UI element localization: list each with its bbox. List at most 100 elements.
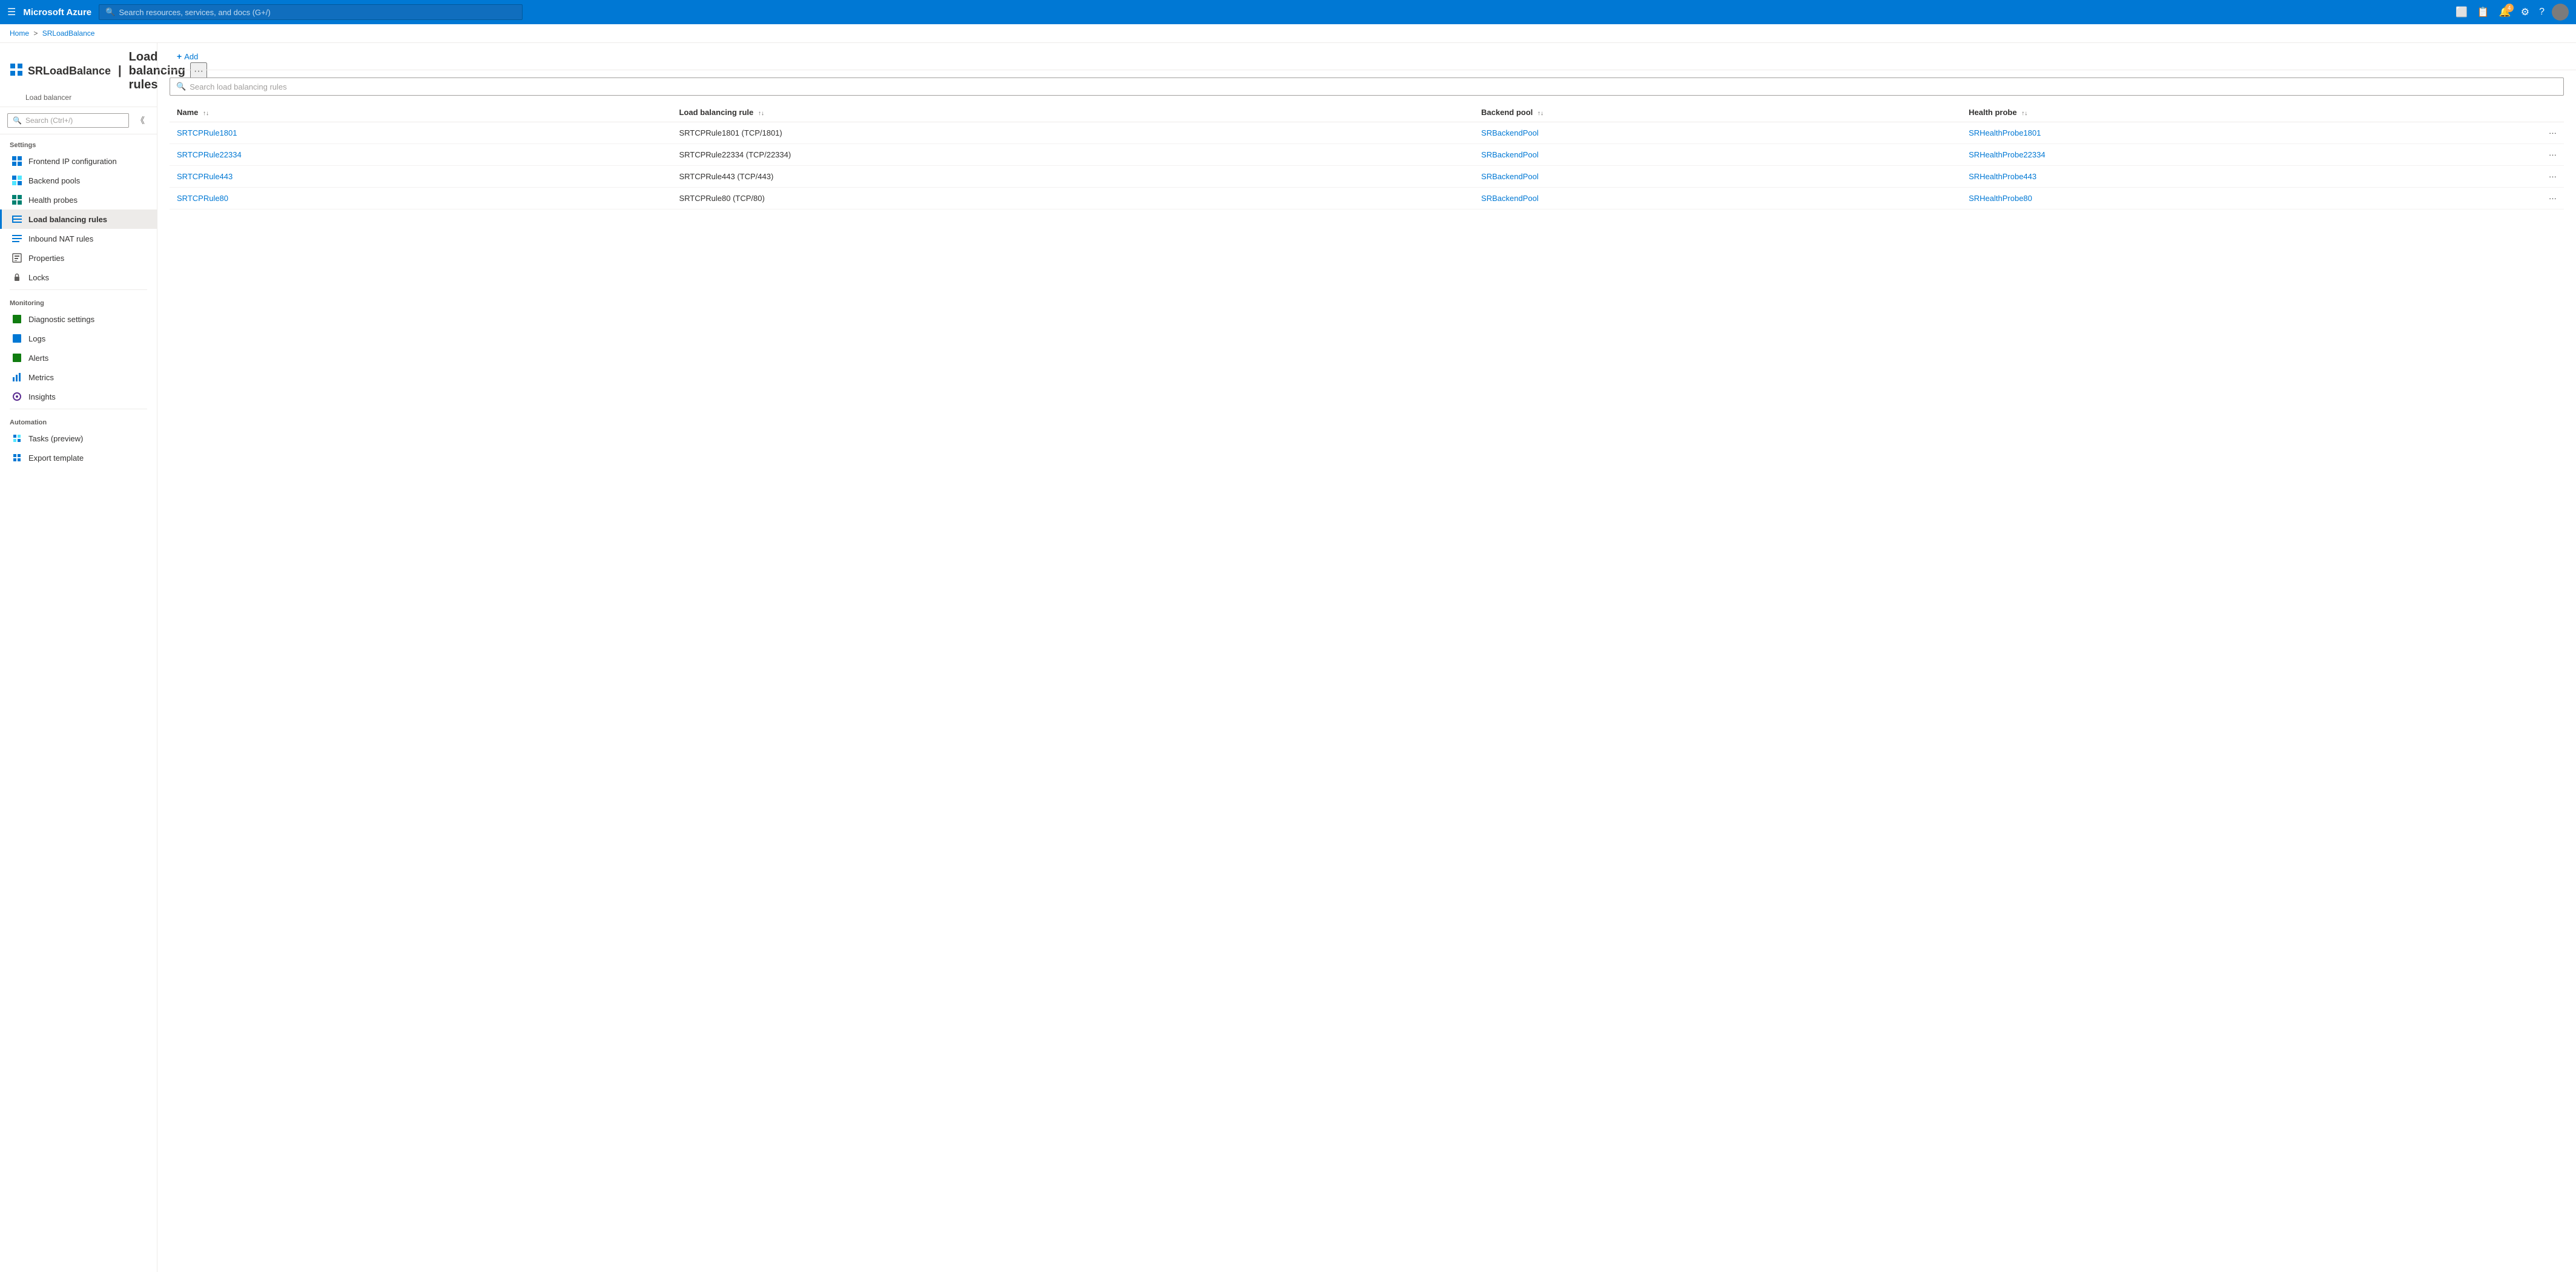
sidebar-item-logs[interactable]: Logs <box>0 329 157 348</box>
sidebar-item-properties[interactable]: Properties <box>0 248 157 268</box>
breadcrumb-home[interactable]: Home <box>10 29 29 38</box>
row3-actions[interactable]: ··· <box>2540 166 2564 188</box>
sidebar-item-tasks-preview[interactable]: Tasks (preview) <box>0 429 157 448</box>
backend-pools-icon <box>12 175 22 186</box>
row4-backend-pool[interactable]: SRBackendPool <box>1474 188 1961 209</box>
global-search[interactable]: 🔍 <box>99 4 523 20</box>
row2-health-probe[interactable]: SRHealthProbe22334 <box>1961 144 2540 166</box>
table-search-box[interactable]: 🔍 <box>170 77 2564 96</box>
divider-monitoring <box>10 289 147 290</box>
export-template-label: Export template <box>28 453 84 463</box>
collapse-button[interactable]: 《 <box>131 112 150 129</box>
sidebar-item-frontend-ip[interactable]: Frontend IP configuration <box>0 151 157 171</box>
export-icon <box>12 452 22 463</box>
locks-icon <box>12 272 22 283</box>
row2-name[interactable]: SRTCPRule22334 <box>170 144 672 166</box>
alerts-label: Alerts <box>28 354 48 363</box>
search-icon: 🔍 <box>105 7 115 17</box>
locks-label: Locks <box>28 273 49 282</box>
properties-icon <box>12 252 22 263</box>
cloud-shell-icon[interactable]: ⬜ <box>2453 4 2470 21</box>
row3-backend-pool[interactable]: SRBackendPool <box>1474 166 1961 188</box>
breadcrumb-sep1: > <box>33 29 38 38</box>
row2-actions[interactable]: ··· <box>2540 144 2564 166</box>
help-icon[interactable]: ? <box>2537 4 2547 20</box>
row2-backend-pool[interactable]: SRBackendPool <box>1474 144 1961 166</box>
resource-name: SRLoadBalance <box>28 65 111 77</box>
table-row[interactable]: SRTCPRule1801 SRTCPRule1801 (TCP/1801) S… <box>170 122 2564 144</box>
row1-lb-rule: SRTCPRule1801 (TCP/1801) <box>672 122 1474 144</box>
resource-title-row: SRLoadBalance | Load balancing rules ··· <box>10 50 147 92</box>
left-search-input[interactable] <box>25 116 124 125</box>
global-search-input[interactable] <box>119 8 516 17</box>
col-header-health-probe[interactable]: Health probe ↑↓ <box>1961 103 2540 122</box>
left-panel: SRLoadBalance | Load balancing rules ···… <box>0 43 157 1272</box>
sidebar-item-diagnostic-settings[interactable]: Diagnostic settings <box>0 309 157 329</box>
sidebar-item-insights[interactable]: Insights <box>0 387 157 406</box>
properties-label: Properties <box>28 254 64 263</box>
col-header-backend-pool[interactable]: Backend pool ↑↓ <box>1474 103 1961 122</box>
row4-actions[interactable]: ··· <box>2540 188 2564 209</box>
sort-health-probe-icon[interactable]: ↑↓ <box>2021 110 2027 117</box>
hamburger-icon[interactable]: ☰ <box>7 6 16 18</box>
row3-lb-rule: SRTCPRule443 (TCP/443) <box>672 166 1474 188</box>
sidebar-item-alerts[interactable]: Alerts <box>0 348 157 367</box>
settings-icon[interactable]: ⚙ <box>2518 4 2532 21</box>
sidebar-item-health-probes[interactable]: Health probes <box>0 190 157 209</box>
row1-backend-pool[interactable]: SRBackendPool <box>1474 122 1961 144</box>
left-search-box[interactable]: 🔍 <box>7 113 129 128</box>
sort-name-icon[interactable]: ↑↓ <box>203 110 209 117</box>
tasks-label: Tasks (preview) <box>28 434 83 443</box>
sort-lb-rule-icon[interactable]: ↑↓ <box>758 110 764 117</box>
table-row[interactable]: SRTCPRule80 SRTCPRule80 (TCP/80) SRBacke… <box>170 188 2564 209</box>
table-search-input[interactable] <box>190 82 2557 91</box>
sidebar-item-metrics[interactable]: Metrics <box>0 367 157 387</box>
nav-container: Settings Frontend IP configuration Backe… <box>0 134 157 1272</box>
navbar: ☰ Microsoft Azure 🔍 ⬜ 📋 🔔 4 ⚙ ? <box>0 0 2576 24</box>
row1-name[interactable]: SRTCPRule1801 <box>170 122 672 144</box>
add-button[interactable]: + Add <box>170 48 205 65</box>
table-area: 🔍 Name ↑↓ Load balancing rule <box>157 70 2576 1272</box>
table-header: Name ↑↓ Load balancing rule ↑↓ Backend p… <box>170 103 2564 122</box>
tasks-icon <box>12 433 22 444</box>
sidebar-item-backend-pools[interactable]: Backend pools <box>0 171 157 190</box>
sidebar-item-load-balancing-rules[interactable]: Load balancing rules <box>0 209 157 229</box>
sidebar-item-export-template[interactable]: Export template <box>0 448 157 467</box>
logs-label: Logs <box>28 334 45 343</box>
col-header-lb-rule[interactable]: Load balancing rule ↑↓ <box>672 103 1474 122</box>
logs-icon <box>12 333 22 344</box>
panel-toolbar: + Add <box>157 43 2576 70</box>
row1-actions[interactable]: ··· <box>2540 122 2564 144</box>
add-label: Add <box>184 52 198 61</box>
account-avatar[interactable] <box>2552 4 2569 21</box>
navbar-icons: ⬜ 📋 🔔 4 ⚙ ? <box>2453 4 2569 21</box>
row4-health-probe[interactable]: SRHealthProbe80 <box>1961 188 2540 209</box>
sort-backend-pool-icon[interactable]: ↑↓ <box>1537 110 1544 117</box>
feedback-icon[interactable]: 📋 <box>2475 4 2492 21</box>
resource-type: Load balancer <box>10 93 147 102</box>
col-header-name[interactable]: Name ↑↓ <box>170 103 672 122</box>
row3-health-probe[interactable]: SRHealthProbe443 <box>1961 166 2540 188</box>
breadcrumb-resource[interactable]: SRLoadBalance <box>42 29 95 38</box>
table-body: SRTCPRule1801 SRTCPRule1801 (TCP/1801) S… <box>170 122 2564 209</box>
backend-pools-label: Backend pools <box>28 176 80 185</box>
health-probes-label: Health probes <box>28 196 78 205</box>
sidebar-item-inbound-nat-rules[interactable]: Inbound NAT rules <box>0 229 157 248</box>
left-search-area: 🔍 《 <box>0 107 157 134</box>
metrics-icon <box>12 372 22 383</box>
row1-health-probe[interactable]: SRHealthProbe1801 <box>1961 122 2540 144</box>
row3-name[interactable]: SRTCPRule443 <box>170 166 672 188</box>
settings-section-label: Settings <box>0 134 157 151</box>
alerts-icon <box>12 352 22 363</box>
row4-name[interactable]: SRTCPRule80 <box>170 188 672 209</box>
load-balancing-rules-icon <box>12 214 22 225</box>
inbound-nat-rules-icon <box>12 233 22 244</box>
diagnostic-settings-label: Diagnostic settings <box>28 315 94 324</box>
table-row[interactable]: SRTCPRule22334 SRTCPRule22334 (TCP/22334… <box>170 144 2564 166</box>
breadcrumb: Home > SRLoadBalance <box>0 24 2576 43</box>
sidebar-item-locks[interactable]: Locks <box>0 268 157 287</box>
add-icon: + <box>177 51 182 61</box>
insights-label: Insights <box>28 392 56 401</box>
table-row[interactable]: SRTCPRule443 SRTCPRule443 (TCP/443) SRBa… <box>170 166 2564 188</box>
notifications-icon[interactable]: 🔔 4 <box>2497 4 2514 21</box>
